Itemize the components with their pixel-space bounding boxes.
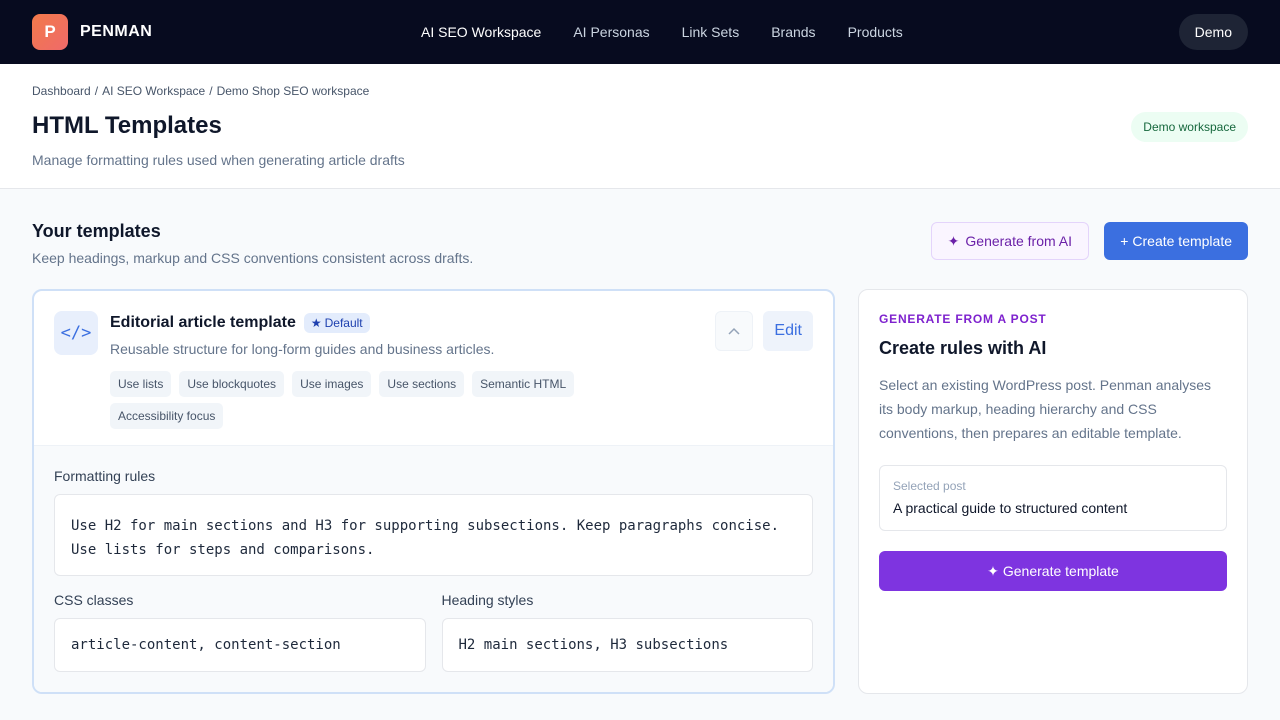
css-classes-label: CSS classes: [54, 592, 134, 608]
demo-account-button[interactable]: Demo: [1178, 14, 1248, 50]
panel-kicker: GENERATE FROM A POST: [879, 312, 1047, 326]
brand-name: PENMAN: [80, 23, 153, 40]
rules-line: Use lists for steps and comparisons.: [71, 542, 375, 558]
breadcrumb-ai-seo-workspace[interactable]: AI SEO Workspace: [102, 84, 205, 98]
default-badge: ★ Default: [303, 313, 370, 333]
code-icon: </>: [54, 311, 98, 355]
breadcrumb-dashboard[interactable]: Dashboard: [32, 84, 91, 98]
edit-button[interactable]: Edit: [763, 311, 813, 351]
css-classes-value[interactable]: article-content, content-section: [54, 618, 426, 672]
css-classes-field: CSS classes article-content, content-sec…: [54, 592, 426, 672]
generate-template-label: Generate template: [1002, 563, 1119, 579]
tag: Accessibility focus: [110, 403, 224, 429]
star-icon: ★: [310, 316, 322, 330]
heading-styles-label: Heading styles: [441, 592, 534, 608]
plus-icon: +: [1120, 233, 1129, 249]
panel-title: Create rules with AI: [879, 338, 1047, 358]
selected-post-value: A practical guide to structured content: [893, 500, 1128, 516]
workspace-badge: Demo workspace: [1131, 112, 1248, 142]
panel-description: Select an existing WordPress post. Penma…: [879, 377, 1212, 441]
page-title: HTML Templates: [32, 112, 222, 139]
formatting-rules-label: Formatting rules: [54, 468, 156, 484]
page-subtitle: Manage formatting rules used when genera…: [32, 152, 405, 168]
chevron-up-icon: [728, 327, 740, 335]
template-title: Editorial article template: [110, 314, 296, 331]
template-description: Reusable structure for long-form guides …: [110, 341, 495, 357]
breadcrumb-current: Demo Shop SEO workspace: [216, 84, 370, 98]
generate-from-ai-label: Generate from AI: [965, 233, 1072, 249]
page-header: Dashboard / AI SEO Workspace / Demo Shop…: [0, 64, 1280, 189]
template-tags: Use lists Use blockquotes Use images Use…: [110, 371, 610, 429]
rules-line: Use H2 for main sections and H3 for supp…: [71, 518, 780, 534]
sparkle-icon: ✦: [987, 562, 999, 579]
breadcrumb-separator: /: [94, 84, 99, 98]
create-template-button[interactable]: + Create template: [1104, 222, 1248, 260]
tag: Use blockquotes: [179, 371, 285, 397]
template-fields-row: CSS classes article-content, content-sec…: [54, 592, 813, 672]
tag: Semantic HTML: [472, 371, 575, 397]
template-card-body: Formatting rules Use H2 for main section…: [34, 445, 833, 692]
heading-styles-value[interactable]: H2 main sections, H3 subsections: [441, 618, 813, 672]
breadcrumb: Dashboard / AI SEO Workspace / Demo Shop…: [32, 84, 1248, 98]
main-nav: AI SEO Workspace AI Personas Link Sets B…: [421, 0, 903, 64]
penman-logo[interactable]: P: [32, 14, 68, 50]
nav-item-brands[interactable]: Brands: [771, 24, 815, 40]
ai-generate-panel: GENERATE FROM A POST Create rules with A…: [858, 289, 1248, 694]
tag: Use sections: [379, 371, 465, 397]
create-template-label: Create template: [1132, 233, 1232, 249]
nav-item-ai-seo-workspace[interactable]: AI SEO Workspace: [421, 24, 541, 40]
tag: Use images: [292, 371, 372, 397]
template-card-header: </> Editorial article template ★ Default…: [34, 291, 833, 445]
nav-item-products[interactable]: Products: [848, 24, 903, 40]
sparkle-icon: ✦: [947, 232, 960, 249]
default-badge-label: Default: [324, 316, 363, 330]
collapse-button[interactable]: [715, 311, 753, 351]
selected-post-select[interactable]: Selected post A practical guide to struc…: [879, 465, 1227, 531]
templates-section-header: Your templates Keep headings, markup and…: [0, 189, 1280, 289]
template-card: </> Editorial article template ★ Default…: [32, 289, 835, 694]
top-navigation-bar: P PENMAN AI SEO Workspace AI Personas Li…: [0, 0, 1280, 64]
formatting-rules-value[interactable]: Use H2 for main sections and H3 for supp…: [54, 494, 813, 576]
breadcrumb-separator: /: [209, 84, 213, 98]
template-title-row: Editorial article template ★ Default: [110, 313, 370, 333]
selected-post-label: Selected post: [893, 479, 966, 493]
nav-item-ai-personas[interactable]: AI Personas: [573, 24, 649, 40]
tag: Use lists: [110, 371, 172, 397]
heading-styles-field: Heading styles H2 main sections, H3 subs…: [441, 592, 813, 672]
generate-from-ai-button[interactable]: ✦ Generate from AI: [930, 222, 1089, 260]
nav-item-link-sets[interactable]: Link Sets: [682, 24, 740, 40]
generate-template-button[interactable]: ✦ Generate template: [879, 551, 1227, 591]
